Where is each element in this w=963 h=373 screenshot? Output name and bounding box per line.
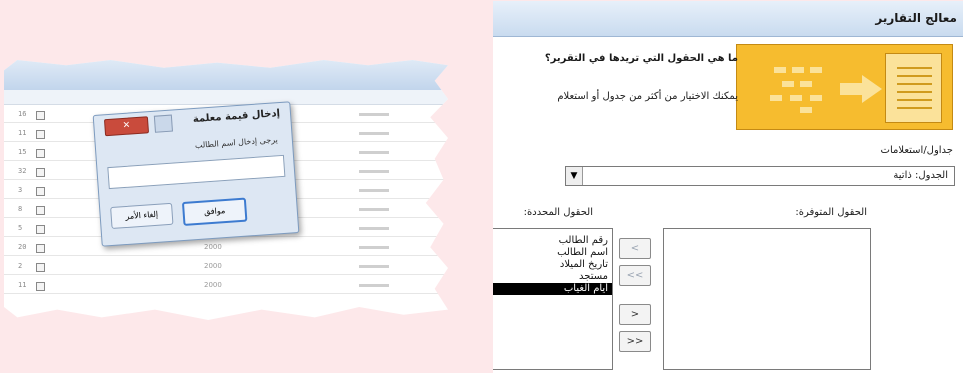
row-year: 2000 [204, 262, 222, 270]
row-checkbox[interactable] [36, 225, 45, 234]
tables-queries-label: جداول/استعلامات [880, 145, 953, 156]
wizard-hint: يمكنك الاختيار من أكثر من جدول أو استعلا… [557, 91, 738, 102]
add-one-button[interactable]: > [619, 304, 651, 325]
table-query-select[interactable]: ▼ الجدول: ذاتية [565, 166, 955, 186]
torn-screenshot: 16 11 15 32 3 8 5 20 2000 2 2000 11 2000 ✕ إدخال قيم… [4, 60, 448, 320]
selected-field-item[interactable]: تاريخ الميلاد [493, 259, 612, 271]
row-checkbox[interactable] [36, 187, 45, 196]
row-number: 20 [18, 243, 27, 251]
parameter-input[interactable] [107, 154, 286, 190]
row-number: 16 [18, 110, 27, 118]
row-text [359, 227, 389, 230]
table-row [4, 293, 448, 294]
row-text [359, 265, 389, 268]
close-button[interactable]: ✕ [103, 116, 150, 137]
table-row [4, 255, 448, 256]
torn-ribbon [4, 60, 448, 90]
row-text [359, 246, 389, 249]
wizard-question: ما هي الحقول التي تريدها في التقرير؟ [544, 53, 738, 64]
selected-field-item[interactable]: اسم الطالب [493, 247, 612, 259]
parameter-dialog: ✕ إدخال قيمة معلمة يرجى إدخال اسم الطالب… [92, 101, 300, 247]
row-checkbox[interactable] [36, 263, 45, 272]
row-checkbox[interactable] [36, 130, 45, 139]
selected-fields-list[interactable]: رقم الطالب اسم الطالب تاريخ الميلاد مستجد أي… [493, 228, 613, 370]
row-number: 8 [18, 205, 23, 213]
row-number: 11 [18, 281, 27, 289]
row-number: 11 [18, 129, 27, 137]
row-text [359, 189, 389, 192]
arrow-icon [862, 75, 882, 103]
cancel-button[interactable]: إلغاء الأمر [110, 202, 174, 230]
ok-button[interactable]: موافق [181, 197, 248, 226]
row-number: 5 [18, 224, 23, 232]
available-fields-label: الحقول المتوفرة: [795, 207, 867, 218]
row-text [359, 132, 389, 135]
row-text [359, 113, 389, 116]
row-checkbox[interactable] [36, 149, 45, 158]
row-text [359, 170, 389, 173]
table-row [4, 274, 448, 275]
selected-field-item[interactable]: مستجد [493, 271, 612, 283]
dialog-prompt: يرجى إدخال اسم الطالب [194, 135, 279, 150]
row-number: 15 [18, 148, 27, 156]
row-checkbox[interactable] [36, 244, 45, 253]
add-all-button[interactable]: >> [619, 331, 651, 352]
dialog-control-box [153, 114, 173, 133]
row-checkbox[interactable] [36, 111, 45, 120]
wizard-title: معالج التقارير [875, 11, 957, 25]
row-year: 2000 [204, 243, 222, 251]
selected-field-item[interactable]: رقم الطالب [493, 235, 612, 247]
row-text [359, 151, 389, 154]
row-text [359, 208, 389, 211]
row-number: 3 [18, 186, 23, 194]
available-fields-list[interactable] [663, 228, 871, 370]
row-number: 32 [18, 167, 27, 175]
report-document-icon [885, 53, 942, 123]
table-query-value: الجدول: ذاتية [893, 170, 948, 181]
row-year: 2000 [204, 281, 222, 289]
wizard-titlebar: معالج التقارير [493, 1, 963, 37]
remove-one-button[interactable]: < [619, 238, 651, 259]
dialog-title: إدخال قيمة معلمة [192, 108, 281, 126]
row-checkbox[interactable] [36, 206, 45, 215]
torn-column-header [4, 90, 448, 105]
report-wizard: معالج التقارير ما هي الحقول التي تريدها … [493, 1, 963, 373]
row-checkbox[interactable] [36, 282, 45, 291]
selected-fields-label: الحقول المحددة: [523, 207, 593, 218]
chevron-down-icon[interactable]: ▼ [566, 167, 583, 185]
selected-field-item[interactable]: أيام الغياب [493, 283, 612, 295]
wizard-illustration-icon [736, 44, 953, 130]
row-number: 2 [18, 262, 23, 270]
row-text [359, 284, 389, 287]
remove-all-button[interactable]: << [619, 265, 651, 286]
row-checkbox[interactable] [36, 168, 45, 177]
